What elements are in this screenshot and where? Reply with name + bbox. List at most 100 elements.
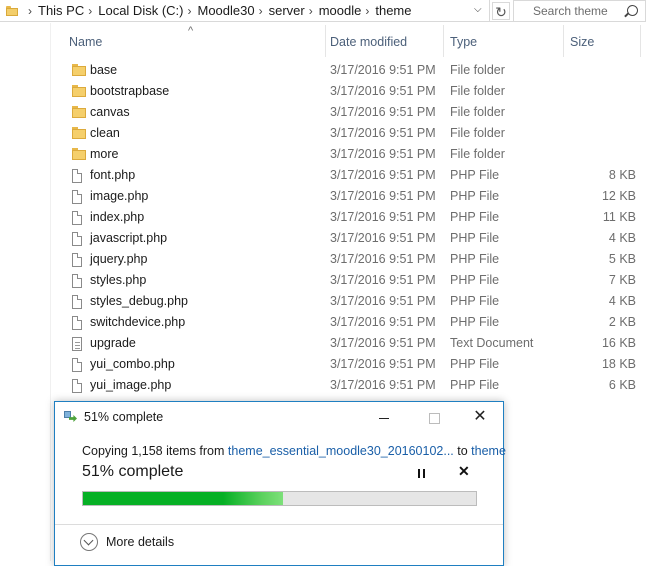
- minimize-button[interactable]: [361, 402, 407, 432]
- pause-button[interactable]: [413, 466, 431, 482]
- copy-status-text: Copying 1,158 items from theme_essential…: [82, 444, 506, 458]
- file-size: 4 KB: [608, 231, 636, 245]
- chevron-right-icon[interactable]: ›: [28, 4, 32, 18]
- file-date-modified: 3/17/2016 9:51 PM: [330, 84, 436, 98]
- file-date-modified: 3/17/2016 9:51 PM: [330, 315, 436, 329]
- column-header-date[interactable]: Date modified: [330, 22, 407, 58]
- file-size: 12 KB: [601, 189, 636, 203]
- breadcrumb-this-pc[interactable]: This PC: [38, 3, 84, 18]
- file-date-modified: 3/17/2016 9:51 PM: [330, 147, 436, 161]
- maximize-icon: [428, 412, 440, 424]
- copy-prefix: Copying 1,158 items from: [82, 444, 228, 458]
- breadcrumb-moodle30[interactable]: Moodle30: [197, 3, 254, 18]
- file-date-modified: 3/17/2016 9:51 PM: [330, 126, 436, 140]
- column-header-name[interactable]: Name: [69, 22, 102, 58]
- progress-bar: [82, 491, 477, 506]
- percent-complete: 51% complete: [82, 463, 184, 480]
- chevron-right-icon[interactable]: ›: [259, 4, 263, 18]
- file-type: PHP File: [450, 210, 500, 224]
- file-row[interactable]: switchdevice.php 3/17/2016 9:51 PM PHP Fil…: [62, 312, 646, 333]
- dialog-title: 51% complete: [84, 410, 164, 424]
- file-size: 11 KB: [602, 210, 636, 224]
- file-name: styles_debug.php: [90, 294, 188, 308]
- file-name: more: [90, 147, 119, 161]
- chevron-right-icon[interactable]: ›: [187, 4, 191, 18]
- more-details-button[interactable]: More details: [106, 535, 174, 549]
- file-name: index.php: [90, 210, 145, 224]
- file-type: PHP File: [450, 315, 500, 329]
- text-document-icon: [72, 337, 82, 351]
- file-name: canvas: [90, 105, 130, 119]
- chevron-right-icon[interactable]: ›: [365, 4, 369, 18]
- file-size: 6 KB: [608, 378, 636, 392]
- column-header-size[interactable]: Size: [570, 22, 594, 58]
- file-row[interactable]: javascript.php 3/17/2016 9:51 PM PHP File 4…: [62, 228, 646, 249]
- divider: [55, 524, 503, 525]
- file-row[interactable]: yui_image.php 3/17/2016 9:51 PM PHP File 6 …: [62, 375, 646, 396]
- close-button[interactable]: ✕: [457, 402, 503, 432]
- file-row[interactable]: index.php 3/17/2016 9:51 PM PHP File 11 KB: [62, 207, 646, 228]
- file-row[interactable]: yui_combo.php 3/17/2016 9:51 PM PHP File 18…: [62, 354, 646, 375]
- file-date-modified: 3/17/2016 9:51 PM: [330, 336, 436, 350]
- file-date-modified: 3/17/2016 9:51 PM: [330, 189, 436, 203]
- file-date-modified: 3/17/2016 9:51 PM: [330, 252, 436, 266]
- file-date-modified: 3/17/2016 9:51 PM: [330, 210, 436, 224]
- file-row[interactable]: font.php 3/17/2016 9:51 PM PHP File 8 KB: [62, 165, 646, 186]
- column-divider[interactable]: [443, 25, 444, 57]
- file-type: PHP File: [450, 357, 500, 371]
- source-link[interactable]: theme_essential_moodle30_20160102...: [228, 444, 454, 458]
- file-name: styles.php: [90, 273, 147, 287]
- folder-icon: [72, 127, 86, 139]
- file-row[interactable]: jquery.php 3/17/2016 9:51 PM PHP File 5 KB: [62, 249, 646, 270]
- dialog-title-bar[interactable]: 51% complete ✕: [55, 402, 503, 432]
- file-row[interactable]: image.php 3/17/2016 9:51 PM PHP File 12 KB: [62, 186, 646, 207]
- cancel-button[interactable]: ✕: [458, 463, 470, 480]
- folder-icon: [72, 106, 86, 118]
- chevron-down-icon[interactable]: [80, 533, 98, 551]
- chevron-right-icon[interactable]: ›: [88, 4, 92, 18]
- breadcrumb-server[interactable]: server: [269, 3, 305, 18]
- file-row[interactable]: upgrade 3/17/2016 9:51 PM Text Document 16 …: [62, 333, 646, 354]
- file-name: switchdevice.php: [90, 315, 186, 329]
- column-divider[interactable]: [325, 25, 326, 57]
- maximize-button: [411, 402, 457, 432]
- destination-link[interactable]: theme: [471, 444, 506, 458]
- copy-icon: [64, 411, 77, 422]
- file-date-modified: 3/17/2016 9:51 PM: [330, 168, 436, 182]
- breadcrumb-local-disk[interactable]: Local Disk (C:): [98, 3, 183, 18]
- file-name: javascript.php: [90, 231, 168, 245]
- minimize-icon: [379, 417, 389, 419]
- breadcrumb-theme[interactable]: theme: [375, 3, 411, 18]
- file-icon: [72, 316, 82, 330]
- file-type: PHP File: [450, 252, 500, 266]
- file-row[interactable]: styles_debug.php 3/17/2016 9:51 PM PHP Fil…: [62, 291, 646, 312]
- chevron-down-icon[interactable]: ⌵: [474, 4, 482, 15]
- chevron-right-icon[interactable]: ›: [309, 4, 313, 18]
- file-size: 4 KB: [608, 294, 636, 308]
- file-date-modified: 3/17/2016 9:51 PM: [330, 231, 436, 245]
- file-date-modified: 3/17/2016 9:51 PM: [330, 63, 436, 77]
- file-row[interactable]: more 3/17/2016 9:51 PM File folder: [62, 144, 646, 165]
- file-row[interactable]: clean 3/17/2016 9:51 PM File folder: [62, 123, 646, 144]
- column-header-type[interactable]: Type: [450, 22, 477, 58]
- file-row[interactable]: base 3/17/2016 9:51 PM File folder: [62, 60, 646, 81]
- column-divider[interactable]: [563, 25, 564, 57]
- file-row[interactable]: canvas 3/17/2016 9:51 PM File folder: [62, 102, 646, 123]
- breadcrumb[interactable]: › This PC › Local Disk (C:) › Moodle30 ›…: [2, 0, 490, 22]
- file-type: PHP File: [450, 231, 500, 245]
- file-row[interactable]: bootstrapbase 3/17/2016 9:51 PM File folde…: [62, 81, 646, 102]
- address-bar: › This PC › Local Disk (C:) › Moodle30 ›…: [0, 0, 646, 22]
- folder-icon: [72, 148, 86, 160]
- file-type: PHP File: [450, 168, 500, 182]
- breadcrumb-moodle[interactable]: moodle: [319, 3, 362, 18]
- column-divider[interactable]: [640, 25, 641, 57]
- file-icon: [72, 358, 82, 372]
- file-type: PHP File: [450, 273, 500, 287]
- file-type: PHP File: [450, 189, 500, 203]
- file-size: 2 KB: [608, 315, 636, 329]
- refresh-button[interactable]: ↻: [492, 2, 510, 20]
- file-size: 18 KB: [601, 357, 636, 371]
- refresh-icon: ↻: [495, 4, 507, 20]
- file-type: File folder: [450, 105, 505, 119]
- file-row[interactable]: styles.php 3/17/2016 9:51 PM PHP File 7 KB: [62, 270, 646, 291]
